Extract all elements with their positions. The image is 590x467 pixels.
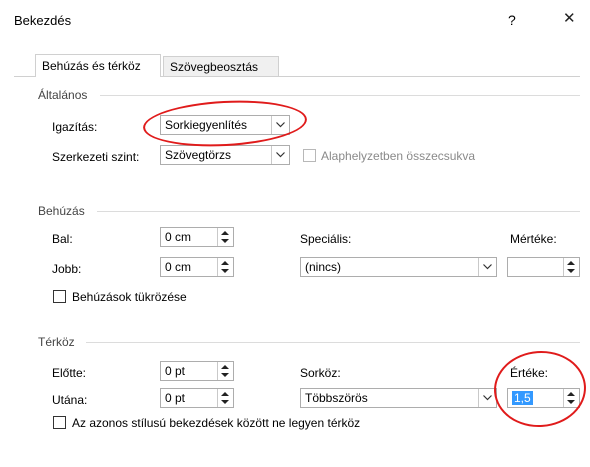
by-spinner[interactable] [563,258,579,276]
alignment-label: Igazítás: [52,120,98,134]
outline-level-label: Szerkezeti szint: [52,150,140,164]
tab-indents-spacing[interactable]: Behúzás és térköz [35,54,161,77]
divider [97,211,580,212]
help-icon[interactable]: ? [508,13,516,27]
line-spacing-label: Sorköz: [300,366,341,380]
left-indent-value: 0 cm [165,230,192,244]
section-header-general: Általános [38,88,88,102]
right-indent-spinner[interactable] [217,258,233,276]
line-spacing-select[interactable]: Többszörös [300,388,497,408]
divider [86,342,580,343]
left-indent-label: Bal: [52,232,73,246]
chevron-down-icon[interactable] [478,258,496,276]
left-indent-input[interactable]: 0 cm [160,227,234,247]
by-input[interactable] [507,257,580,277]
tab-label: Szövegbeosztás [170,60,259,74]
tab-line-page-breaks[interactable]: Szövegbeosztás [163,56,279,76]
chevron-down-icon[interactable] [271,146,289,164]
space-before-spinner[interactable] [217,362,233,380]
space-before-label: Előtte: [52,366,87,380]
no-space-same-style-checkbox[interactable] [53,416,66,429]
annotation-circle-alignment [141,96,309,151]
line-spacing-value: Többszörös [305,391,368,405]
outline-level-value: Szövegtörzs [165,148,232,162]
mirror-indents-label: Behúzások tükrözése [72,290,187,304]
section-header-spacing: Térköz [38,335,75,349]
right-indent-input[interactable]: 0 cm [160,257,234,277]
no-space-same-style-label: Az azonos stílusú bekezdések között ne l… [72,416,361,430]
space-before-input[interactable]: 0 pt [160,361,234,381]
annotation-circle-line-spacing [491,347,589,431]
space-after-value: 0 pt [165,391,186,405]
special-select[interactable]: (nincs) [300,257,497,277]
right-indent-value: 0 cm [165,260,192,274]
collapsed-checkbox[interactable] [303,149,316,162]
space-after-spinner[interactable] [217,389,233,407]
special-label: Speciális: [300,232,352,246]
by-label: Mértéke: [510,232,557,246]
close-icon[interactable]: ✕ [563,11,576,26]
right-indent-label: Jobb: [52,262,82,276]
divider [100,95,580,96]
dialog-title: Bekezdés [14,13,72,28]
mirror-indents-checkbox[interactable] [53,290,66,303]
outline-level-select[interactable]: Szövegtörzs [160,145,290,165]
special-value: (nincs) [305,260,342,274]
collapsed-label: Alaphelyzetben összecsukva [321,149,476,163]
left-indent-spinner[interactable] [217,228,233,246]
space-before-value: 0 pt [165,364,186,378]
section-header-indentation: Behúzás [38,204,85,218]
space-after-input[interactable]: 0 pt [160,388,234,408]
tab-label: Behúzás és térköz [42,59,141,73]
space-after-label: Utána: [52,393,88,407]
